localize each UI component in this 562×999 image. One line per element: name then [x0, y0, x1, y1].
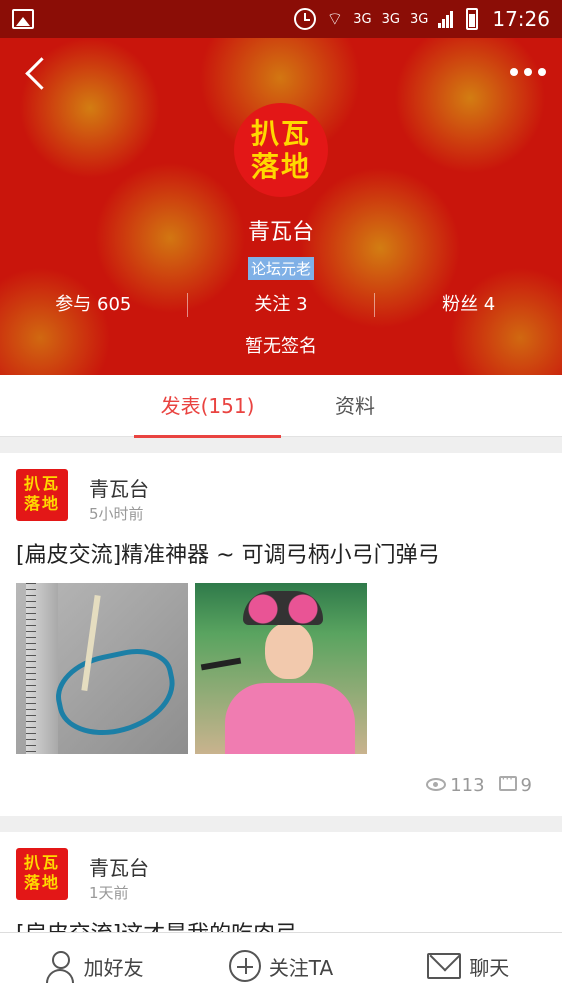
network-label-2: 3G [381, 11, 400, 27]
post-stats: 113 9 [426, 772, 532, 796]
network-label-3: 3G [410, 11, 429, 27]
post-card[interactable]: 扒瓦 落地 青瓦台 5小时前 [扁皮交流]精准神器 ~ 可调弓柄小弓门弹弓 11… [0, 453, 562, 816]
post-title[interactable]: [扁皮交流]精准神器 ~ 可调弓柄小弓门弹弓 [16, 537, 440, 569]
add-friend-label: 加好友 [83, 955, 144, 980]
plus-circle-icon [228, 950, 261, 982]
post-author[interactable]: 青瓦台 [89, 852, 149, 881]
image-notification-icon [12, 9, 34, 29]
post-author-avatar[interactable]: 扒瓦 落地 [16, 469, 68, 521]
post-author-avatar[interactable]: 扒瓦 落地 [16, 848, 68, 900]
post-author[interactable]: 青瓦台 [89, 473, 149, 502]
alarm-icon [294, 8, 317, 30]
add-friend-button[interactable]: 加好友 [0, 933, 187, 999]
follow-label: 关注TA [268, 955, 334, 980]
stat-following[interactable]: 关注 3 [188, 290, 375, 320]
profile-stats: 参与 605 关注 3 粉丝 4 [0, 290, 562, 320]
eye-icon [426, 778, 447, 791]
chat-label: 聊天 [469, 955, 510, 980]
tab-info[interactable]: 资料 [300, 375, 410, 437]
comment-icon [498, 772, 517, 791]
bottom-action-bar: 加好友 关注TA 聊天 [0, 932, 562, 999]
follow-button[interactable]: 关注TA [187, 933, 374, 999]
post-time: 1天前 [89, 884, 129, 902]
status-bar: ⌔ 3G 3G 3G 17:26 [0, 0, 562, 38]
network-label-1: 3G [353, 11, 372, 27]
tab-posts[interactable]: 发表(151) [134, 375, 281, 438]
profile-signature: 暂无签名 [245, 336, 317, 357]
rank-badge: 论坛元老 [247, 257, 314, 280]
stat-participate[interactable]: 参与 605 [0, 290, 187, 320]
status-time: 17:26 [492, 7, 550, 31]
back-button[interactable] [18, 54, 58, 94]
avatar-text-line2: 落地 [23, 873, 60, 892]
avatar-text-line2: 落地 [250, 149, 311, 183]
stat-fans[interactable]: 粉丝 4 [375, 290, 562, 320]
views-count: 113 [426, 775, 485, 796]
avatar-text-line1: 扒瓦 [23, 474, 60, 493]
add-person-icon [44, 950, 76, 983]
avatar-text-line1: 扒瓦 [250, 116, 311, 150]
post-image-slingshot[interactable] [16, 583, 188, 754]
avatar-text-line2: 落地 [23, 494, 60, 513]
avatar-text-line1: 扒瓦 [23, 853, 60, 872]
profile-name: 青瓦台 [247, 220, 314, 245]
profile-tabs: 发表(151) 资料 [0, 375, 562, 438]
profile-header: 扒瓦 落地 青瓦台 论坛元老 参与 605 关注 3 粉丝 4 暂无签名 [0, 38, 562, 375]
post-card[interactable]: 扒瓦 落地 青瓦台 1天前 [扁皮交流]这才是我的吃肉弓 [0, 832, 562, 947]
comments-count: 9 [498, 772, 532, 796]
more-options-button[interactable] [506, 60, 550, 84]
wifi-icon: ⌔ [326, 8, 344, 30]
battery-icon [466, 8, 479, 30]
mail-icon [427, 953, 462, 979]
signal-icon [438, 10, 456, 28]
chat-button[interactable]: 聊天 [375, 933, 562, 999]
profile-avatar[interactable]: 扒瓦 落地 [234, 103, 328, 197]
post-image-archer[interactable] [195, 583, 367, 754]
post-time: 5小时前 [89, 505, 144, 523]
